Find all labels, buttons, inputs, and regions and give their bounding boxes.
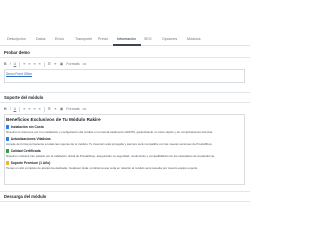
link-icon[interactable]: ⚭ [54,107,57,112]
feature-title-text: Calidad Certificada [10,149,41,153]
active-tab-indicator [113,44,141,46]
wrench-icon [6,125,10,129]
product-tabs: Descripción Datos Envío Transporte Preci… [0,0,250,46]
benefits-heading: Beneficios Exclusivos de Tu Módulo Rakir… [6,117,101,122]
bold-button[interactable]: B [4,107,7,112]
section-divider [0,92,250,93]
feature-title: Actualizaciones Vitalicias [6,137,51,141]
italic-button[interactable]: I [10,107,11,112]
tab-datos[interactable]: Datos [36,37,45,42]
align-right-icon[interactable]: ≡ [33,62,35,67]
checkmark-icon [6,149,10,153]
formats-dropdown[interactable]: Formats [66,107,79,112]
section-title-soporte: Soporte del módulo [4,95,44,100]
align-justify-icon[interactable]: ≡ [39,107,41,112]
demo-front-office-link[interactable]: Demo Front Office [6,72,32,76]
more-options-icon[interactable]: ••• [83,62,87,67]
tab-seo[interactable]: SEO [144,37,152,42]
toolbar-separator [43,107,45,112]
feature-text: Accede de forma permanente a todas las m… [6,142,213,146]
align-center-icon[interactable]: ≡ [28,107,30,112]
feature-text: Tienes un año completo de asistencia ded… [6,166,199,170]
image-icon[interactable]: ▣ [60,62,63,67]
section-divider [0,57,250,58]
tab-modulos[interactable]: Módulos [187,37,201,42]
align-left-icon[interactable]: ≡ [23,62,25,67]
section-divider [0,191,250,192]
feature-text: Nuestros módulos han pasado por la valid… [6,154,215,158]
feature-title-text: Soporte Premium (1 Año) [10,161,51,165]
feature-title-text: Actualizaciones Vitalicias [10,137,51,141]
image-icon[interactable]: ▣ [60,107,63,112]
section-title-descarga: Descarga del módulo [4,194,47,199]
demo-editor[interactable] [4,69,245,83]
section-divider [0,201,250,202]
section-divider [0,102,250,103]
toolbar-separator [19,62,21,67]
feature-title: Calidad Certificada [6,149,41,153]
formats-dropdown[interactable]: Formats [66,62,79,67]
toolbar-separator [19,107,21,112]
tab-opciones[interactable]: Opciones [162,37,177,42]
italic-button[interactable]: I [10,62,11,67]
more-options-icon[interactable]: ••• [83,107,87,112]
tab-precio[interactable]: Precio [98,37,108,42]
refresh-icon [6,137,10,141]
tab-transporte[interactable]: Transporte [75,37,92,42]
feature-title: Soporte Premium (1 Año) [6,161,50,165]
list-icon[interactable]: ☰ [48,107,51,112]
align-justify-icon[interactable]: ≡ [39,62,41,67]
editor-toolbar: B I U ≡ ≡ ≡ ≡ ☰ ⚭ ▣ Formats ••• [4,60,86,69]
toolbar-separator [43,62,45,67]
feature-text: Nosotros te hacemos por ti tu instalació… [6,130,214,134]
underline-button[interactable]: U [14,62,17,67]
align-right-icon[interactable]: ≡ [33,107,35,112]
list-icon[interactable]: ☰ [48,62,51,67]
feature-title-text: Instalación sin Costo [10,125,44,129]
link-icon[interactable]: ⚭ [54,62,57,67]
section-title-probar-demo: Probar demo [4,50,30,55]
feature-title: Instalación sin Costo [6,125,44,129]
tab-informacion[interactable]: Información [117,37,136,42]
tab-envio[interactable]: Envío [55,37,64,42]
align-left-icon[interactable]: ≡ [23,107,25,112]
underline-button[interactable]: U [14,107,17,112]
editor-toolbar: B I U ≡ ≡ ≡ ≡ ☰ ⚭ ▣ Formats ••• [4,105,86,114]
bold-button[interactable]: B [4,62,7,67]
tab-descripcion[interactable]: Descripción [7,37,26,42]
lightbulb-icon [6,161,10,165]
align-center-icon[interactable]: ≡ [28,62,30,67]
